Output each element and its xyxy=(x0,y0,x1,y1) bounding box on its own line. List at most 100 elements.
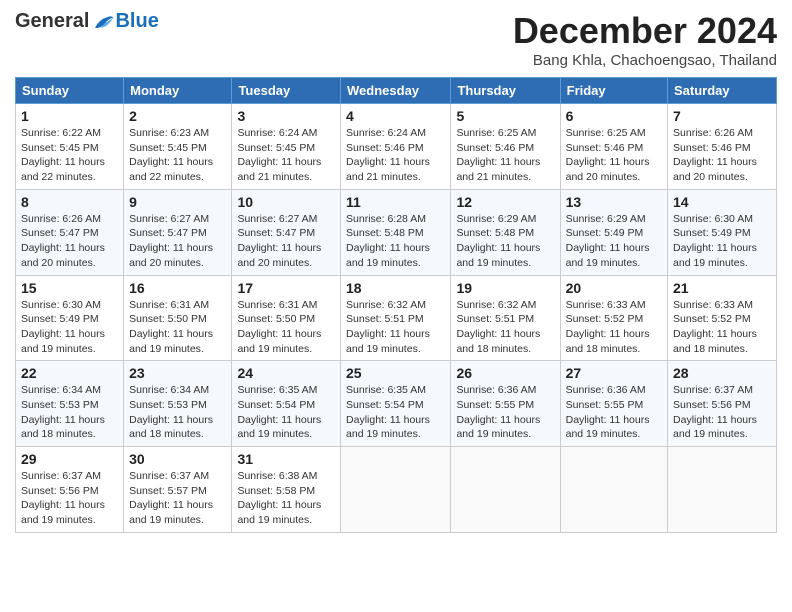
calendar-cell xyxy=(668,447,777,533)
day-number: 14 xyxy=(673,194,771,210)
calendar-cell: 27Sunrise: 6:36 AMSunset: 5:55 PMDayligh… xyxy=(560,361,667,447)
day-info: Sunrise: 6:30 AMSunset: 5:49 PMDaylight:… xyxy=(21,298,118,357)
day-of-week-header: Sunday xyxy=(16,78,124,104)
logo-bird-icon xyxy=(91,12,115,32)
day-number: 30 xyxy=(129,451,226,467)
day-number: 12 xyxy=(456,194,554,210)
day-number: 4 xyxy=(346,108,445,124)
day-number: 24 xyxy=(237,365,335,381)
day-number: 13 xyxy=(566,194,662,210)
calendar-cell: 12 Sunrise: 6:29 AMSunset: 5:48 PMDayligh… xyxy=(451,189,560,275)
calendar-cell: 22 Sunrise: 6:34 AMSunset: 5:53 PMDayligh… xyxy=(16,361,124,447)
calendar-cell: 5 Sunrise: 6:25 AMSunset: 5:46 PMDaylight… xyxy=(451,104,560,190)
logo-blue-text: Blue xyxy=(115,10,158,33)
day-number: 25 xyxy=(346,365,445,381)
month-title: December 2024 xyxy=(513,10,777,52)
day-number: 3 xyxy=(237,108,335,124)
calendar-cell: 25 Sunrise: 6:35 AMSunset: 5:54 PMDayligh… xyxy=(341,361,451,447)
calendar-cell: 3 Sunrise: 6:24 AMSunset: 5:45 PMDaylight… xyxy=(232,104,341,190)
calendar-week-row: 15 Sunrise: 6:30 AMSunset: 5:49 PMDayligh… xyxy=(16,275,777,361)
day-info: Sunrise: 6:30 AMSunset: 5:49 PMDaylight:… xyxy=(673,212,771,271)
day-number: 10 xyxy=(237,194,335,210)
calendar-cell xyxy=(451,447,560,533)
day-info: Sunrise: 6:26 AMSunset: 5:46 PMDaylight:… xyxy=(673,126,771,185)
calendar-cell: 1Sunrise: 6:22 AMSunset: 5:45 PMDaylight… xyxy=(16,104,124,190)
calendar-cell: 11 Sunrise: 6:28 AMSunset: 5:48 PMDayligh… xyxy=(341,189,451,275)
day-number: 31 xyxy=(237,451,335,467)
day-number: 8 xyxy=(21,194,118,210)
day-of-week-header: Friday xyxy=(560,78,667,104)
calendar-cell: 18Sunrise: 6:32 AMSunset: 5:51 PMDayligh… xyxy=(341,275,451,361)
calendar-cell: 15 Sunrise: 6:30 AMSunset: 5:49 PMDayligh… xyxy=(16,275,124,361)
day-info: Sunrise: 6:34 AMSunset: 5:53 PMDaylight:… xyxy=(129,383,226,442)
day-info: Sunrise: 6:29 AMSunset: 5:48 PMDaylight:… xyxy=(456,212,554,271)
day-info: Sunrise: 6:26 AMSunset: 5:47 PMDaylight:… xyxy=(21,212,118,271)
day-number: 17 xyxy=(237,280,335,296)
page-header: General Blue December 2024 Bang Khla, Ch… xyxy=(15,10,777,69)
day-number: 28 xyxy=(673,365,771,381)
day-info: Sunrise: 6:28 AMSunset: 5:48 PMDaylight:… xyxy=(346,212,445,271)
day-info: Sunrise: 6:35 AMSunset: 5:54 PMDaylight:… xyxy=(237,383,335,442)
day-number: 15 xyxy=(21,280,118,296)
calendar-cell: 2Sunrise: 6:23 AMSunset: 5:45 PMDaylight… xyxy=(124,104,232,190)
day-number: 23 xyxy=(129,365,226,381)
day-info: Sunrise: 6:23 AMSunset: 5:45 PMDaylight:… xyxy=(129,126,226,185)
calendar-cell: 13 Sunrise: 6:29 AMSunset: 5:49 PMDayligh… xyxy=(560,189,667,275)
calendar-cell: 8 Sunrise: 6:26 AMSunset: 5:47 PMDaylight… xyxy=(16,189,124,275)
day-number: 27 xyxy=(566,365,662,381)
day-number: 26 xyxy=(456,365,554,381)
day-info: Sunrise: 6:37 AMSunset: 5:56 PMDaylight:… xyxy=(21,469,118,528)
day-number: 20 xyxy=(566,280,662,296)
day-info: Sunrise: 6:24 AMSunset: 5:45 PMDaylight:… xyxy=(237,126,335,185)
day-info: Sunrise: 6:36 AMSunset: 5:55 PMDaylight:… xyxy=(456,383,554,442)
day-info: Sunrise: 6:33 AMSunset: 5:52 PMDaylight:… xyxy=(566,298,662,357)
day-of-week-header: Wednesday xyxy=(341,78,451,104)
calendar-cell: 28 Sunrise: 6:37 AMSunset: 5:56 PMDayligh… xyxy=(668,361,777,447)
day-info: Sunrise: 6:31 AMSunset: 5:50 PMDaylight:… xyxy=(129,298,226,357)
day-number: 19 xyxy=(456,280,554,296)
day-number: 9 xyxy=(129,194,226,210)
calendar-cell: 21Sunrise: 6:33 AMSunset: 5:52 PMDayligh… xyxy=(668,275,777,361)
day-number: 7 xyxy=(673,108,771,124)
calendar-cell: 10Sunrise: 6:27 AMSunset: 5:47 PMDayligh… xyxy=(232,189,341,275)
calendar-week-row: 8 Sunrise: 6:26 AMSunset: 5:47 PMDaylight… xyxy=(16,189,777,275)
calendar-cell xyxy=(341,447,451,533)
day-info: Sunrise: 6:34 AMSunset: 5:53 PMDaylight:… xyxy=(21,383,118,442)
day-number: 29 xyxy=(21,451,118,467)
calendar-week-row: 22 Sunrise: 6:34 AMSunset: 5:53 PMDayligh… xyxy=(16,361,777,447)
day-of-week-header: Saturday xyxy=(668,78,777,104)
day-of-week-header: Monday xyxy=(124,78,232,104)
day-number: 22 xyxy=(21,365,118,381)
day-of-week-header: Thursday xyxy=(451,78,560,104)
day-info: Sunrise: 6:25 AMSunset: 5:46 PMDaylight:… xyxy=(566,126,662,185)
logo-general-text: General xyxy=(15,10,89,33)
day-info: Sunrise: 6:37 AMSunset: 5:57 PMDaylight:… xyxy=(129,469,226,528)
day-number: 11 xyxy=(346,194,445,210)
day-info: Sunrise: 6:37 AMSunset: 5:56 PMDaylight:… xyxy=(673,383,771,442)
calendar-cell: 16 Sunrise: 6:31 AMSunset: 5:50 PMDayligh… xyxy=(124,275,232,361)
day-info: Sunrise: 6:32 AMSunset: 5:51 PMDaylight:… xyxy=(456,298,554,357)
calendar-cell: 31 Sunrise: 6:38 AMSunset: 5:58 PMDayligh… xyxy=(232,447,341,533)
calendar-cell xyxy=(560,447,667,533)
calendar-cell: 4Sunrise: 6:24 AMSunset: 5:46 PMDaylight… xyxy=(341,104,451,190)
day-number: 5 xyxy=(456,108,554,124)
day-info: Sunrise: 6:25 AMSunset: 5:46 PMDaylight:… xyxy=(456,126,554,185)
calendar-cell: 14 Sunrise: 6:30 AMSunset: 5:49 PMDayligh… xyxy=(668,189,777,275)
calendar-cell: 6Sunrise: 6:25 AMSunset: 5:46 PMDaylight… xyxy=(560,104,667,190)
calendar-cell: 9 Sunrise: 6:27 AMSunset: 5:47 PMDaylight… xyxy=(124,189,232,275)
calendar-header-row: SundayMondayTuesdayWednesdayThursdayFrid… xyxy=(16,78,777,104)
day-info: Sunrise: 6:31 AMSunset: 5:50 PMDaylight:… xyxy=(237,298,335,357)
calendar-cell: 30 Sunrise: 6:37 AMSunset: 5:57 PMDayligh… xyxy=(124,447,232,533)
location-subtitle: Bang Khla, Chachoengsao, Thailand xyxy=(513,52,777,69)
calendar-cell: 24 Sunrise: 6:35 AMSunset: 5:54 PMDayligh… xyxy=(232,361,341,447)
logo: General Blue xyxy=(15,10,159,33)
calendar-cell: 17 Sunrise: 6:31 AMSunset: 5:50 PMDayligh… xyxy=(232,275,341,361)
day-info: Sunrise: 6:29 AMSunset: 5:49 PMDaylight:… xyxy=(566,212,662,271)
day-info: Sunrise: 6:38 AMSunset: 5:58 PMDaylight:… xyxy=(237,469,335,528)
day-info: Sunrise: 6:33 AMSunset: 5:52 PMDaylight:… xyxy=(673,298,771,357)
day-info: Sunrise: 6:22 AMSunset: 5:45 PMDaylight:… xyxy=(21,126,118,185)
day-info: Sunrise: 6:35 AMSunset: 5:54 PMDaylight:… xyxy=(346,383,445,442)
calendar-cell: 20 Sunrise: 6:33 AMSunset: 5:52 PMDayligh… xyxy=(560,275,667,361)
day-info: Sunrise: 6:27 AMSunset: 5:47 PMDaylight:… xyxy=(129,212,226,271)
day-number: 16 xyxy=(129,280,226,296)
